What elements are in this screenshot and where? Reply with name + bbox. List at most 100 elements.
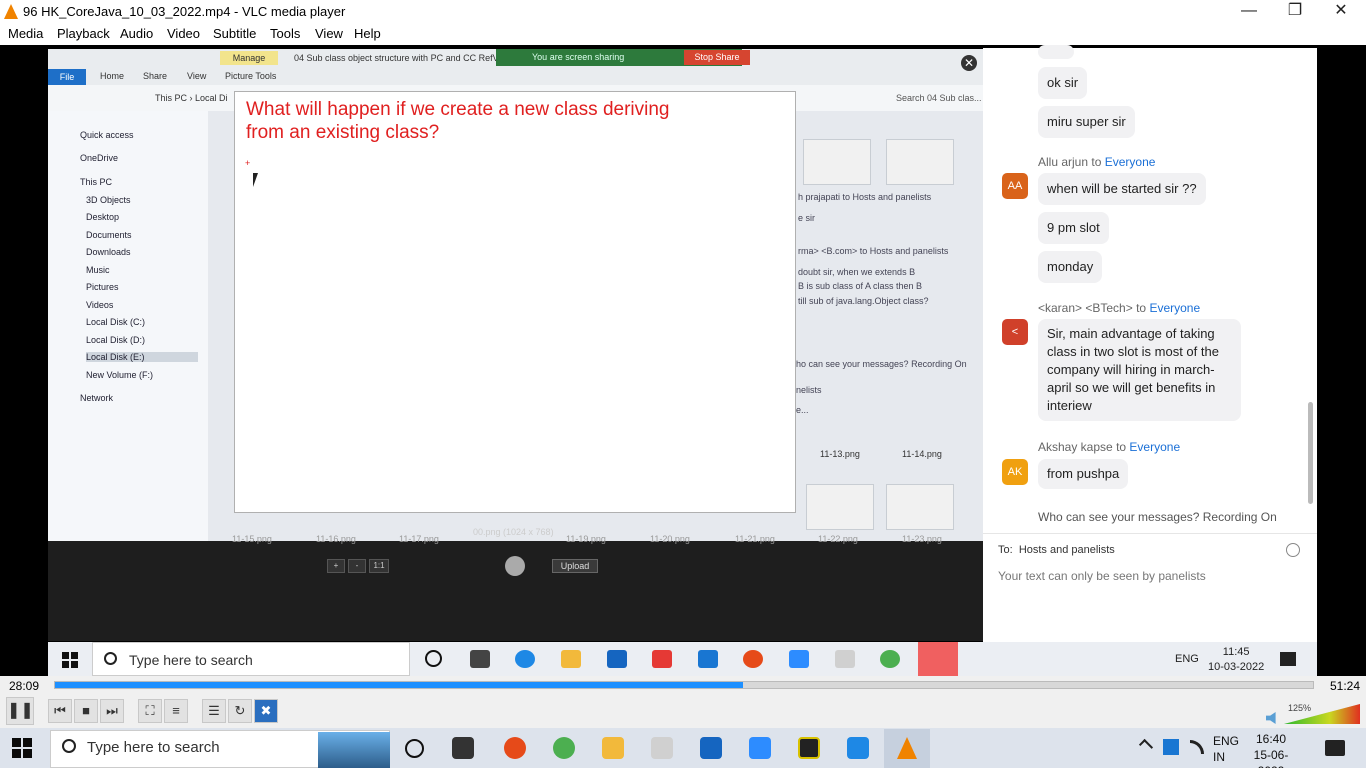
close-button[interactable]: ✕ [1318,0,1364,24]
nav-pictures: Pictures [86,282,119,292]
restore-button[interactable]: ❐ [1272,0,1318,24]
nav-new-volume-f: New Volume (F:) [86,370,154,380]
chat-bubble: ok sir [1038,67,1088,99]
cortana-icon[interactable] [405,739,424,758]
task-view-icon [470,650,490,668]
chat-bubble-partial [1038,45,1074,59]
title-bar: 96 HK_CoreJava_10_03_2022.mp4 - VLC medi… [0,0,1366,24]
stop-button[interactable]: ■ [74,699,98,723]
filmstrip-label: 11-19.png [566,534,606,544]
loop-button[interactable]: ↻ [228,699,252,723]
menu-help[interactable]: Help [354,26,381,41]
shared-chat-line: doubt sir, when we extends B [798,267,916,277]
notification-center-icon[interactable] [1325,740,1345,756]
taskbar-time: 16:40 [1255,732,1287,746]
menu-audio[interactable]: Audio [120,26,153,41]
slide-mark: + [245,158,251,168]
next-icon: ⏭ [106,703,118,718]
chrome-icon[interactable] [553,737,575,759]
filmstrip-label: 11-20.png [650,534,690,544]
previous-button[interactable]: ⏮ [48,699,72,723]
start-button[interactable] [12,738,32,758]
sender-name: <karan> <BTech> [1038,301,1133,315]
actual-size-button: 1:1 [369,559,389,573]
shuffle-icon: ✖ [260,703,272,718]
chat-divider [983,533,1317,534]
menu-tools[interactable]: Tools [270,26,300,41]
shuffle-button[interactable]: ✖ [254,699,278,723]
menu-playback[interactable]: Playback [57,26,110,41]
manage-tab: Manage [220,51,278,65]
filmstrip-label: 11-16.png [316,534,356,544]
menu-bar: Media Playback Audio Video Subtitle Tool… [0,24,1366,45]
play-slideshow-icon [505,556,525,576]
network-plus-icon[interactable] [1163,739,1179,755]
sender-name: Allu arjun [1038,155,1089,169]
taskbar-clock[interactable]: 16:40 15-06-2022 [1248,731,1294,768]
chat-bubble: miru super sir [1038,106,1135,138]
filmstrip-label: 11-21.png [735,534,775,544]
record-icon[interactable] [504,737,526,759]
filmstrip-label: 11-15.png [232,534,272,544]
windows-start-icon [62,652,78,668]
chrome-icon [880,650,900,668]
nav-videos: Videos [86,300,114,310]
file-tab: File [48,69,86,85]
language-indicator[interactable]: ENG IN [1213,733,1239,765]
file-explorer-icon [561,650,581,668]
minimize-button[interactable]: — [1226,0,1272,24]
image-name-label: 00.png (1024 x 768) [473,527,554,537]
nav-desktop: Desktop [86,212,120,222]
playlist-button[interactable]: ☰ [202,699,226,723]
stop-icon: ■ [82,703,90,718]
to-label: To: [998,544,1013,556]
explorer-search-box: Search 04 Sub clas... [896,93,982,103]
nav-3d-objects: 3D Objects [86,195,131,205]
vlc-cone-icon [897,737,917,759]
chat-bubble: Sir, main advantage of taking class in t… [1038,319,1241,421]
mail-icon [698,650,718,668]
avatar: < [1002,319,1028,345]
chat-bubble: monday [1038,251,1103,283]
upload-button: Upload [552,559,598,573]
chat-sender-line: <karan> <BTech> to Everyone [1038,301,1200,315]
zoom-icon[interactable] [749,737,771,759]
mouse-cursor-icon [253,173,263,187]
who-can-see-messages: Who can see your messages? Recording On [1038,510,1277,524]
seek-progress-fill [55,682,744,688]
store-icon[interactable] [700,737,722,759]
pause-button[interactable]: ❚❚ [6,697,34,725]
menu-media[interactable]: Media [8,26,43,41]
menu-video[interactable]: Video [167,26,200,41]
menu-view[interactable]: View [315,26,343,41]
snipping-tool-icon [835,650,855,668]
shared-chat-line: h prajapati to Hosts and panelists [798,192,932,202]
fullscreen-button[interactable]: ⛶ [138,699,162,723]
video-time: 11:45 [1222,646,1250,658]
file-explorer-icon[interactable] [602,737,624,759]
vlc-taskbar-active[interactable] [884,729,930,768]
sticky-notes-icon[interactable] [798,737,820,759]
loop-icon: ↻ [234,703,246,718]
ribbon-tab-home: Home [100,71,125,81]
thumbnail [806,484,874,530]
photos-icon[interactable] [847,737,869,759]
snipping-tool-icon[interactable] [651,737,673,759]
nav-local-disk-d: Local Disk (D:) [86,335,146,345]
next-button[interactable]: ⏭ [100,699,124,723]
filmstrip-label: 11-22.png [818,534,858,544]
thumbnail [886,484,954,530]
task-view-icon[interactable] [452,737,474,759]
store-icon [607,650,627,668]
recipient-everyone: Everyone [1129,440,1181,454]
chat-recipient-row: To: Hosts and panelists [998,544,1115,556]
seek-slider[interactable] [54,681,1314,689]
video-search-placeholder: Type here to search [129,652,253,668]
thumbnail [886,139,954,185]
filmstrip-label: 11-23.png [902,534,942,544]
shared-chat-line: nelists [796,385,822,395]
extended-settings-button[interactable]: ≡ [164,699,188,723]
menu-subtitle[interactable]: Subtitle [213,26,256,41]
record-icon [743,650,763,668]
nav-local-disk-c: Local Disk (C:) [86,317,146,327]
